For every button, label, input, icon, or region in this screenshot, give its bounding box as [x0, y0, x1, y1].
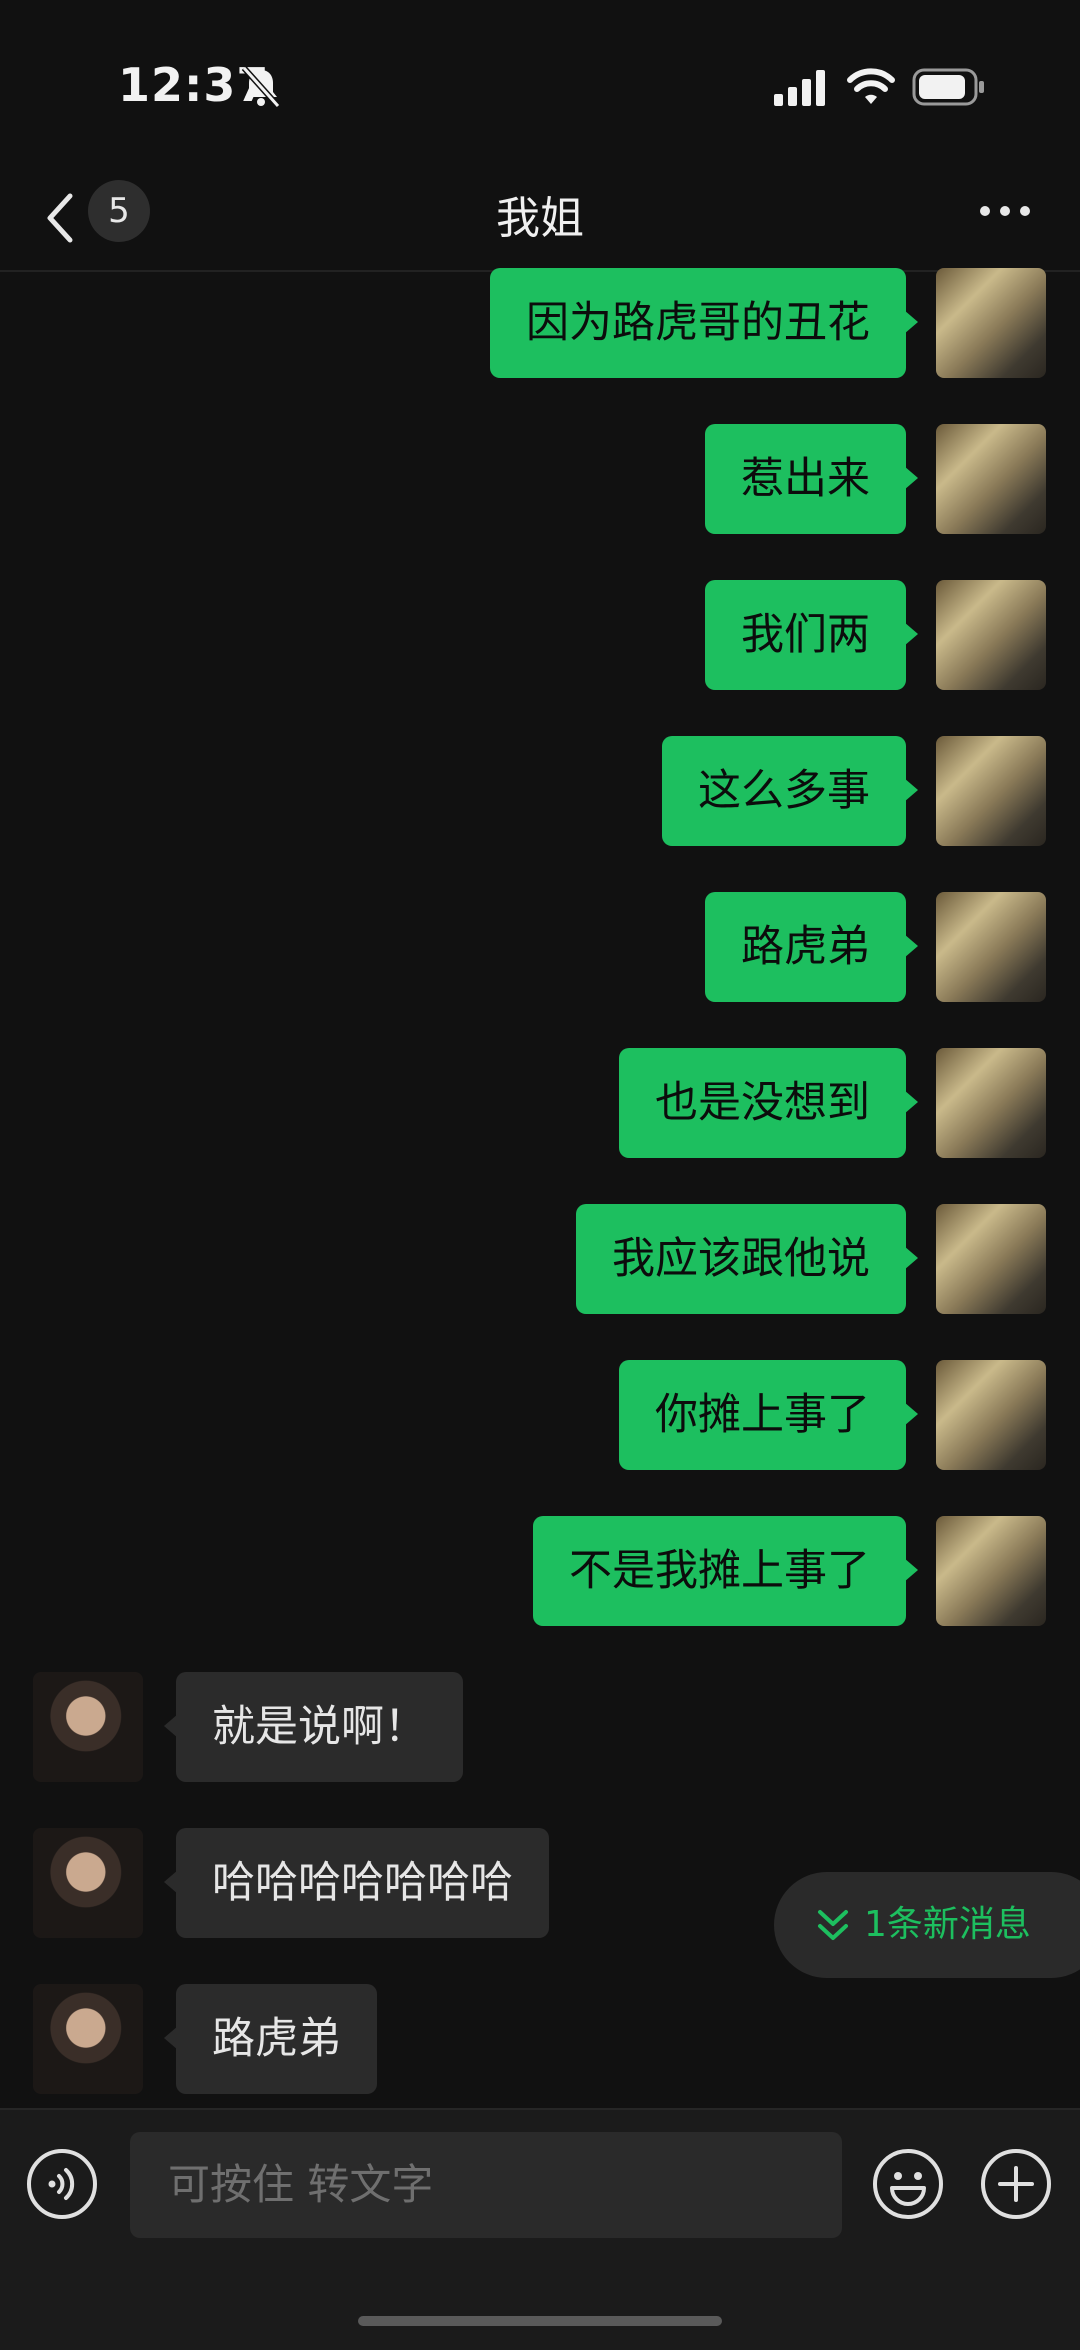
voice-input-icon[interactable]: [26, 2148, 98, 2220]
outgoing-message-bubble[interactable]: 你摊上事了: [619, 1360, 906, 1470]
message-row: 因为路虎哥的丑花: [0, 268, 1046, 378]
my-avatar[interactable]: [936, 424, 1046, 534]
incoming-message-bubble[interactable]: 哈哈哈哈哈哈哈: [176, 1828, 549, 1938]
message-row: 路虎弟: [0, 892, 1046, 1002]
message-row: 就是说啊！: [33, 1672, 933, 1782]
outgoing-message-bubble[interactable]: 这么多事: [662, 736, 906, 846]
bubble-tail: [904, 622, 918, 646]
add-more-icon[interactable]: [980, 2148, 1052, 2220]
my-avatar[interactable]: [936, 736, 1046, 846]
message-row: 也是没想到: [0, 1048, 1046, 1158]
new-message-label: 1条新消息: [864, 1904, 1031, 1945]
message-row: 你摊上事了: [0, 1360, 1046, 1470]
outgoing-message-bubble[interactable]: 路虎弟: [705, 892, 906, 1002]
outgoing-message-bubble[interactable]: 也是没想到: [619, 1048, 906, 1158]
more-options-icon[interactable]: [978, 200, 1032, 222]
message-input-placeholder: 可按住 转文字: [168, 2160, 434, 2209]
emoji-icon[interactable]: [872, 2148, 944, 2220]
bubble-tail: [904, 310, 918, 334]
chat-title: 我姐: [496, 193, 584, 244]
outgoing-message-bubble[interactable]: 因为路虎哥的丑花: [490, 268, 906, 378]
message-input[interactable]: 可按住 转文字: [130, 2132, 842, 2238]
new-message-indicator[interactable]: 1条新消息: [774, 1872, 1080, 1978]
incoming-message-bubble[interactable]: 就是说啊！: [176, 1672, 463, 1782]
my-avatar[interactable]: [936, 268, 1046, 378]
my-avatar[interactable]: [936, 580, 1046, 690]
my-avatar[interactable]: [936, 892, 1046, 1002]
message-row: 我们两: [0, 580, 1046, 690]
home-indicator[interactable]: [358, 2316, 722, 2326]
message-row: 这么多事: [0, 736, 1046, 846]
outgoing-message-bubble[interactable]: 我们两: [705, 580, 906, 690]
cellular-signal-icon: [774, 70, 825, 106]
bell-muted-icon: [241, 65, 281, 109]
my-avatar[interactable]: [936, 1048, 1046, 1158]
double-chevron-down-icon: [818, 1910, 848, 1940]
battery-icon: [912, 68, 984, 106]
incoming-message-bubble[interactable]: 路虎弟: [176, 1984, 377, 2094]
contact-avatar[interactable]: [33, 1828, 143, 1938]
message-row: 惹出来: [0, 424, 1046, 534]
bubble-tail: [904, 1558, 918, 1582]
outgoing-message-bubble[interactable]: 惹出来: [705, 424, 906, 534]
input-bar: 可按住 转文字: [0, 2108, 1080, 2350]
status-bar: 12:37: [0, 0, 1080, 170]
message-row: 路虎弟: [33, 1984, 933, 2094]
bubble-tail: [904, 1246, 918, 1270]
my-avatar[interactable]: [936, 1360, 1046, 1470]
message-row: 不是我摊上事了: [0, 1516, 1046, 1626]
bubble-tail: [904, 778, 918, 802]
bubble-tail: [904, 1090, 918, 1114]
my-avatar[interactable]: [936, 1516, 1046, 1626]
contact-avatar[interactable]: [33, 1984, 143, 2094]
contact-avatar[interactable]: [33, 1672, 143, 1782]
bubble-tail: [904, 934, 918, 958]
bubble-tail: [904, 466, 918, 490]
message-row: 我应该跟他说: [0, 1204, 1046, 1314]
my-avatar[interactable]: [936, 1204, 1046, 1314]
outgoing-message-bubble[interactable]: 我应该跟他说: [576, 1204, 906, 1314]
outgoing-message-bubble[interactable]: 不是我摊上事了: [533, 1516, 906, 1626]
bubble-tail: [904, 1402, 918, 1426]
wifi-icon: [847, 68, 895, 104]
